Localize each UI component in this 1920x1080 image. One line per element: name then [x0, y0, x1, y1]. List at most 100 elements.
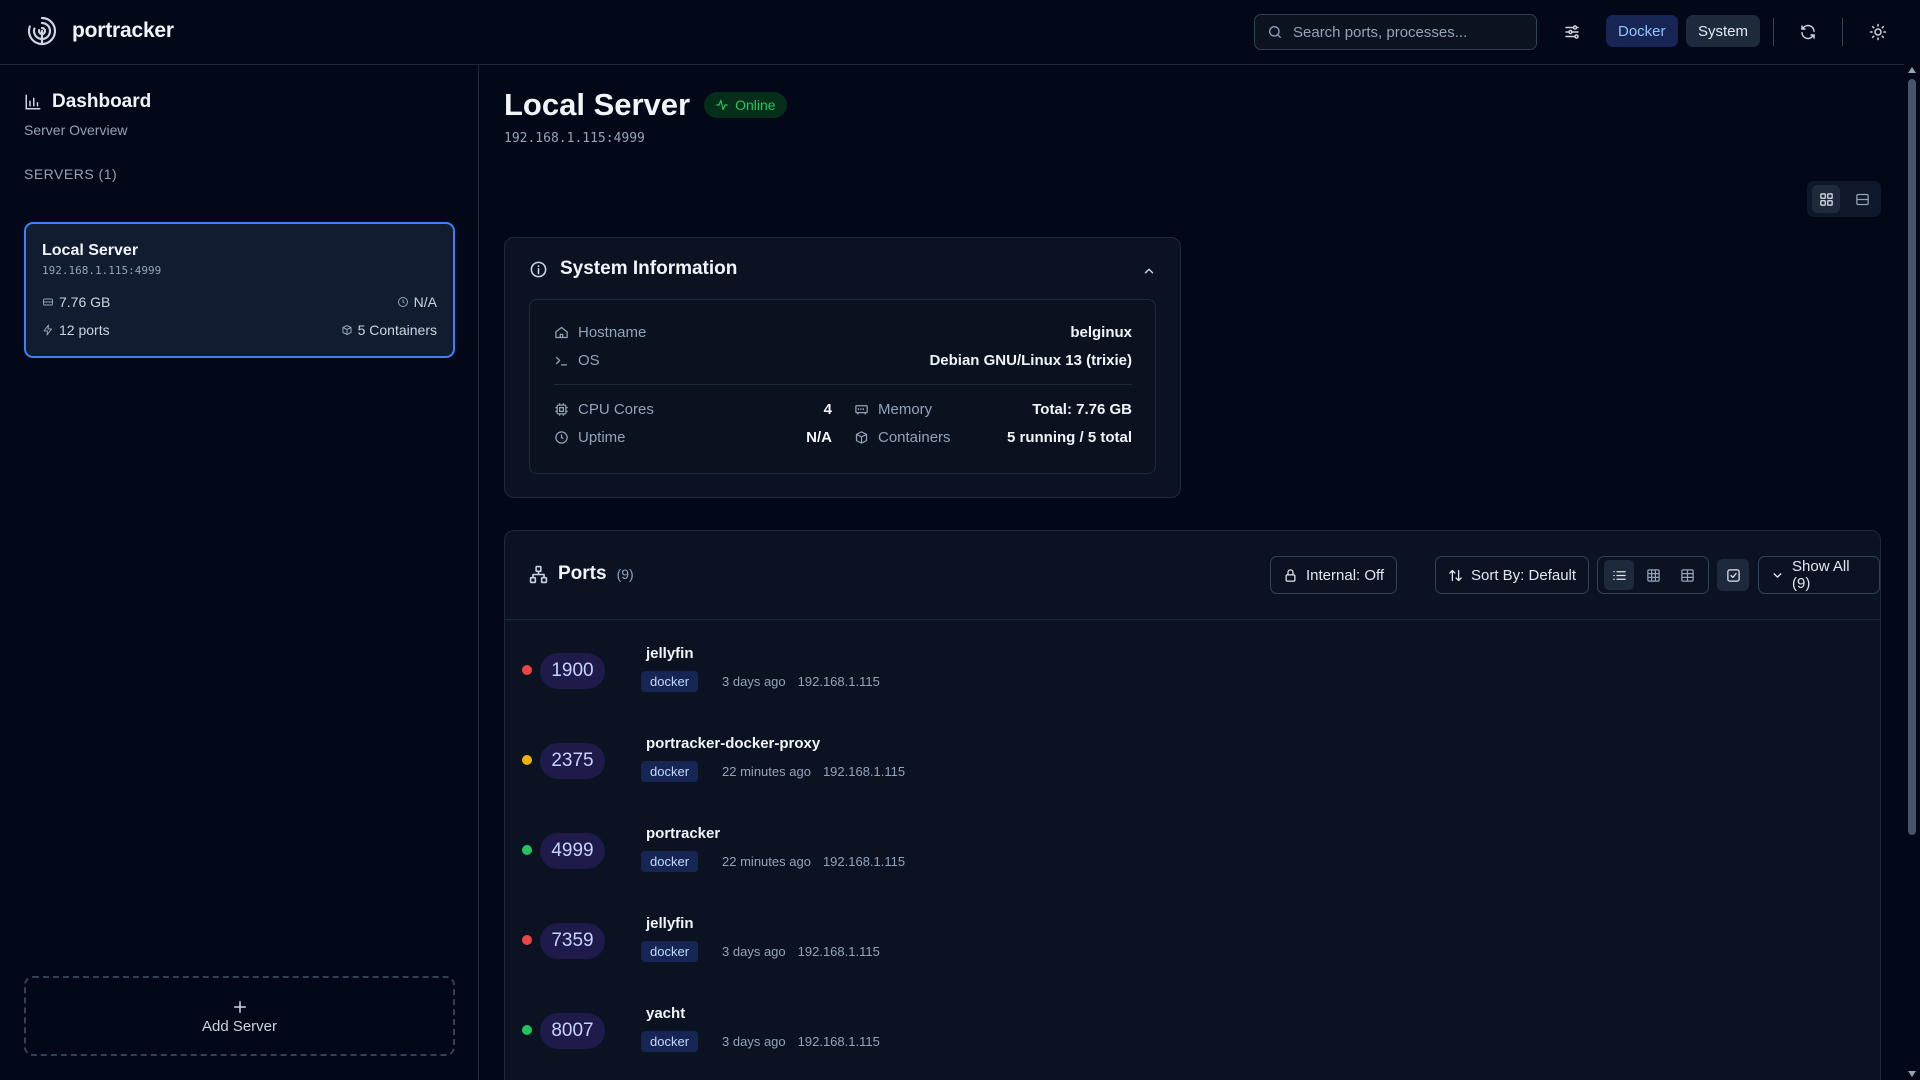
- add-server-label: Add Server: [201, 1017, 278, 1035]
- grid-layout-button[interactable]: [1812, 185, 1840, 213]
- memory-label: Memory: [878, 401, 933, 418]
- server-card-local[interactable]: Local Server 192.168.1.115:4999 7.76 GB …: [24, 222, 455, 358]
- bar-chart-icon: [24, 93, 42, 111]
- grid-view-button[interactable]: [1638, 560, 1668, 590]
- internal-toggle-button[interactable]: Internal: Off: [1270, 556, 1398, 594]
- refresh-button[interactable]: [1792, 16, 1824, 48]
- table-view-button[interactable]: [1672, 560, 1702, 590]
- search-input[interactable]: [1293, 23, 1523, 41]
- servers-section-label: SERVERS (1): [24, 166, 118, 182]
- port-number[interactable]: 2375: [540, 743, 605, 779]
- ports-header: Ports (9): [529, 563, 634, 585]
- dashboard-label: Dashboard: [52, 91, 152, 112]
- uptime-row: Uptime N/A: [554, 429, 832, 446]
- server-memory-value: 7.76 GB: [59, 294, 111, 310]
- lock-icon: [1283, 568, 1298, 583]
- port-row[interactable]: 7359 jellyfin docker 3 days ago 192.168.…: [505, 897, 1880, 987]
- host-ip: 192.168.1.115: [822, 764, 906, 779]
- service-name: jellyfin: [646, 915, 694, 932]
- filter-sliders-icon: [1563, 23, 1581, 41]
- port-row[interactable]: 8007 yacht docker 3 days ago 192.168.1.1…: [505, 987, 1880, 1077]
- cpu-value: 4: [823, 401, 832, 418]
- list-view-button[interactable]: [1604, 560, 1634, 590]
- scroll-down-icon[interactable]: [1908, 1071, 1916, 1077]
- last-seen: 22 minutes ago: [722, 764, 811, 779]
- network-icon: [529, 565, 548, 584]
- docker-toggle-button[interactable]: Docker: [1606, 15, 1678, 47]
- server-ports: 12 ports: [42, 322, 110, 338]
- last-seen: 3 days ago: [722, 1034, 786, 1049]
- home-icon: [554, 325, 569, 340]
- status-dot-amber: [522, 755, 532, 765]
- host-ip: 192.168.1.115: [822, 854, 906, 869]
- server-uptime: N/A: [397, 294, 437, 310]
- port-meta: docker 22 minutes ago 192.168.1.115: [641, 851, 905, 872]
- grid-icon: [1819, 192, 1834, 207]
- port-row[interactable]: 4999 portracker docker 22 minutes ago 19…: [505, 807, 1880, 897]
- theme-sun-icon: [1869, 23, 1887, 41]
- port-number[interactable]: 7359: [540, 923, 605, 959]
- layout-toggle: [1807, 181, 1881, 217]
- main-content: Local Server Online 192.168.1.115:4999 S…: [480, 65, 1904, 1080]
- port-number[interactable]: 1900: [540, 653, 605, 689]
- containers-row: Containers 5 running / 5 total: [854, 429, 1132, 446]
- sidebar: Dashboard Server Overview SERVERS (1) Lo…: [0, 65, 479, 1080]
- source-tag: docker: [641, 761, 699, 782]
- host-ip: 192.168.1.115: [797, 674, 880, 689]
- cpu-row: CPU Cores 4: [554, 401, 832, 418]
- box-icon: [341, 324, 353, 336]
- sort-button[interactable]: Sort By: Default: [1435, 556, 1590, 594]
- server-stats-row-2: 12 ports 5 Containers: [42, 322, 437, 338]
- port-number[interactable]: 4999: [540, 833, 605, 869]
- port-meta: docker 3 days ago 192.168.1.115: [641, 941, 880, 962]
- sidebar-subtitle: Server Overview: [24, 122, 128, 138]
- header-divider: [1773, 18, 1774, 46]
- status-dot-green: [522, 845, 532, 855]
- uptime-value: N/A: [806, 429, 832, 446]
- service-name: portracker-docker-proxy: [646, 735, 821, 752]
- server-containers-value: 5 Containers: [357, 322, 437, 338]
- add-server-button[interactable]: Add Server: [24, 976, 455, 1056]
- port-number[interactable]: 8007: [540, 1013, 605, 1049]
- page-title: Local Server Online: [504, 87, 787, 123]
- port-row[interactable]: 2375 portracker-docker-proxy docker 22 m…: [505, 717, 1880, 807]
- server-uptime-value: N/A: [413, 294, 437, 310]
- view-mode-group: [1597, 556, 1709, 594]
- theme-toggle-button[interactable]: [1862, 16, 1894, 48]
- ports-header-divider: [505, 619, 1880, 620]
- chevron-down-icon: [1771, 569, 1784, 582]
- rows-icon: [1855, 192, 1870, 207]
- hostname-row: Hostname belginux: [554, 324, 1132, 341]
- info-icon: [529, 260, 548, 279]
- terminal-icon: [554, 353, 569, 368]
- scroll-up-icon[interactable]: [1908, 67, 1916, 73]
- refresh-icon: [1799, 23, 1817, 41]
- host-ip: 192.168.1.115: [797, 1034, 880, 1049]
- source-tag: docker: [641, 671, 699, 692]
- select-mode-button[interactable]: [1717, 559, 1749, 591]
- show-all-button[interactable]: Show All (9): [1758, 556, 1880, 594]
- containers-label: Containers: [878, 429, 951, 446]
- page-scrollbar[interactable]: [1904, 65, 1920, 1080]
- checkbox-icon: [1726, 568, 1741, 583]
- app-logo[interactable]: portracker: [26, 15, 174, 47]
- ports-card: Ports (9) Internal: Off Sort By: Default: [504, 530, 1881, 1080]
- scrollbar-thumb[interactable]: [1908, 79, 1916, 835]
- system-info-header[interactable]: System Information: [529, 258, 737, 280]
- sidebar-title[interactable]: Dashboard: [24, 91, 151, 113]
- search-box[interactable]: [1254, 14, 1537, 50]
- service-name: jellyfin: [646, 645, 694, 662]
- memory-row: Memory Total: 7.76 GB: [854, 401, 1132, 418]
- hostname-value: belginux: [1070, 324, 1132, 341]
- port-row[interactable]: 1900 jellyfin docker 3 days ago 192.168.…: [505, 627, 1880, 717]
- sort-label: Sort By: Default: [1471, 566, 1577, 584]
- system-toggle-button[interactable]: System: [1686, 15, 1761, 47]
- box-icon: [854, 430, 869, 445]
- cpu-icon: [554, 402, 569, 417]
- server-stats-row-1: 7.76 GB N/A: [42, 294, 437, 310]
- stacked-layout-button[interactable]: [1848, 185, 1876, 213]
- server-ports-value: 12 ports: [59, 322, 110, 338]
- search-icon: [1267, 24, 1283, 40]
- filter-button[interactable]: [1556, 16, 1588, 48]
- collapse-button[interactable]: [1142, 264, 1156, 278]
